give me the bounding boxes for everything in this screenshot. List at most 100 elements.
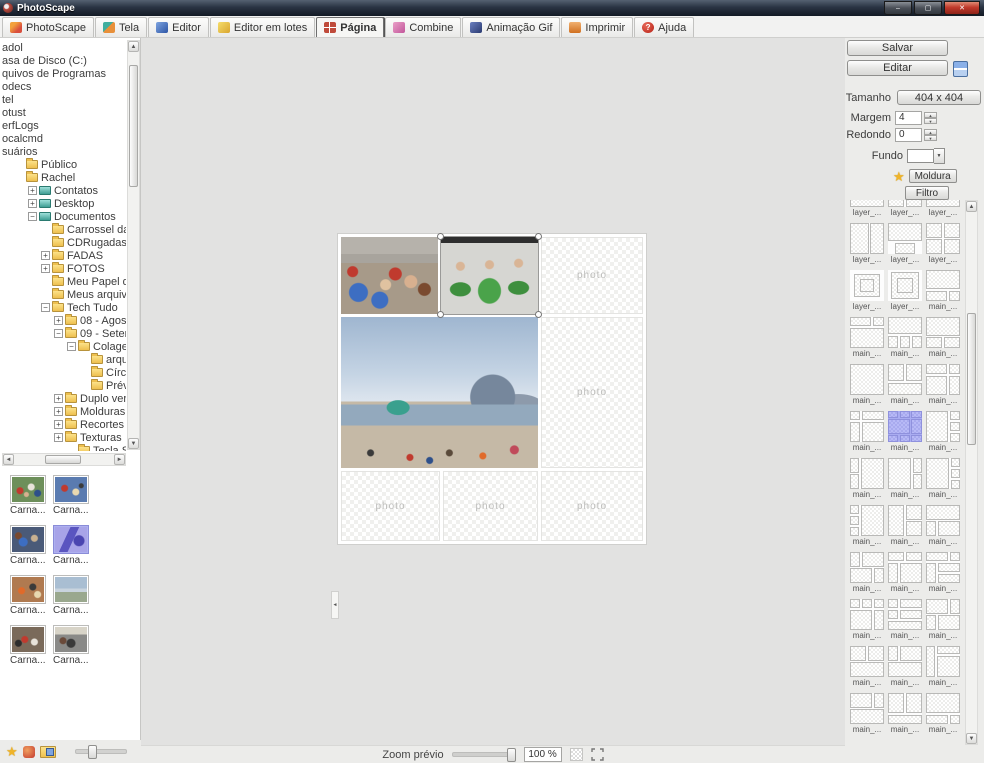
tab-editor-em-lotes[interactable]: Editor em lotes bbox=[209, 17, 316, 37]
scroll-left-button[interactable]: ◄ bbox=[3, 454, 14, 465]
layout-template[interactable]: main_... bbox=[848, 550, 886, 597]
layout-template[interactable]: main_... bbox=[848, 362, 886, 409]
tree-item-tech-tudo[interactable]: − Tech Tudo bbox=[0, 301, 126, 314]
template-preview[interactable] bbox=[850, 693, 884, 724]
tree-item-fadas[interactable]: + FADAS bbox=[0, 249, 126, 262]
template-scrollbar[interactable]: ▲ ▼ bbox=[965, 200, 978, 745]
collapse-panel-button[interactable]: ◄ bbox=[331, 591, 339, 619]
template-preview[interactable] bbox=[850, 458, 884, 489]
expand-icon[interactable]: + bbox=[54, 394, 63, 403]
expand-icon[interactable]: + bbox=[28, 199, 37, 208]
photo-thumbnail[interactable]: Carna... bbox=[10, 525, 48, 575]
tree-item-p-blico[interactable]: Público bbox=[0, 158, 126, 171]
tree-item-su-rios[interactable]: suários bbox=[0, 145, 126, 158]
tab-tela[interactable]: Tela bbox=[94, 17, 148, 37]
tree-item-adol[interactable]: adol bbox=[0, 41, 126, 54]
collage-empty-cell[interactable]: photo bbox=[443, 471, 538, 541]
collage-empty-cell[interactable]: photo bbox=[341, 471, 440, 541]
thumbnail-frame[interactable] bbox=[53, 475, 89, 504]
tab-editor[interactable]: Editor bbox=[148, 17, 209, 37]
template-preview[interactable] bbox=[888, 505, 922, 536]
tab-photoscape[interactable]: PhotoScape bbox=[2, 17, 94, 37]
photo-thumbnail[interactable]: Carna... bbox=[53, 625, 91, 675]
frame-button[interactable]: Moldura bbox=[908, 169, 957, 183]
expand-icon[interactable]: + bbox=[54, 316, 63, 325]
template-preview[interactable] bbox=[926, 552, 960, 583]
fit-to-screen-icon[interactable] bbox=[590, 748, 604, 761]
selection-handle[interactable] bbox=[437, 233, 444, 240]
filter-button[interactable]: Filtro bbox=[905, 186, 949, 200]
expand-icon[interactable]: + bbox=[28, 186, 37, 195]
template-preview[interactable] bbox=[850, 552, 884, 583]
template-preview[interactable] bbox=[850, 364, 884, 395]
layout-template[interactable]: main_... bbox=[924, 550, 962, 597]
template-preview[interactable] bbox=[850, 505, 884, 536]
layout-template[interactable]: main_... bbox=[924, 597, 962, 644]
expand-icon[interactable]: + bbox=[54, 420, 63, 429]
layout-template[interactable]: layer_... bbox=[924, 200, 962, 221]
scroll-down-button[interactable]: ▼ bbox=[128, 438, 139, 449]
tab-p-gina[interactable]: Página bbox=[316, 17, 385, 37]
expand-icon[interactable]: + bbox=[54, 407, 63, 416]
edit-button[interactable]: Editar bbox=[847, 60, 948, 76]
selection-handle[interactable] bbox=[535, 311, 542, 318]
template-preview[interactable] bbox=[850, 646, 884, 677]
tree-item-contatos[interactable]: + Contatos bbox=[0, 184, 126, 197]
selection-handle[interactable] bbox=[437, 311, 444, 318]
scrollbar-thumb[interactable] bbox=[967, 313, 976, 445]
tree-item-cdrugadas-proje[interactable]: CDRugadas proje bbox=[0, 236, 126, 249]
tree-item-asa-de-disco-c[interactable]: asa de Disco (C:) bbox=[0, 54, 126, 67]
tree-item-duplo-vert[interactable]: + Duplo vert bbox=[0, 392, 126, 405]
layout-template[interactable]: main_... bbox=[924, 644, 962, 691]
spinner-down-icon[interactable]: ▼ bbox=[924, 135, 937, 141]
layout-template[interactable]: layer_... bbox=[886, 268, 924, 315]
thumbnail-frame[interactable] bbox=[53, 525, 89, 554]
template-preview[interactable] bbox=[888, 411, 922, 442]
layout-template[interactable]: main_... bbox=[848, 456, 886, 503]
zoom-value[interactable]: 100 % bbox=[523, 747, 562, 762]
layout-template[interactable]: main_... bbox=[886, 315, 924, 362]
scroll-right-button[interactable]: ► bbox=[114, 454, 125, 465]
expand-icon[interactable]: + bbox=[41, 264, 50, 273]
layout-template[interactable]: main_... bbox=[924, 503, 962, 550]
zoom-slider[interactable] bbox=[451, 748, 516, 762]
template-preview[interactable] bbox=[888, 552, 922, 583]
tree-item-texturas[interactable]: + Texturas bbox=[0, 431, 126, 444]
layers-icon[interactable] bbox=[953, 61, 968, 77]
layout-template[interactable]: main_... bbox=[924, 456, 962, 503]
selection-handle[interactable] bbox=[535, 233, 542, 240]
layout-template[interactable]: main_... bbox=[924, 362, 962, 409]
tree-item-odecs[interactable]: odecs bbox=[0, 80, 126, 93]
layout-template[interactable]: main_... bbox=[924, 268, 962, 315]
photoscape-logo-icon[interactable] bbox=[22, 745, 35, 758]
tree-item-ocalcmd[interactable]: ocalcmd bbox=[0, 132, 126, 145]
layout-template[interactable]: main_... bbox=[848, 503, 886, 550]
template-preview[interactable] bbox=[888, 458, 922, 489]
template-preview[interactable] bbox=[926, 223, 960, 254]
collage-empty-cell[interactable]: photo bbox=[541, 317, 643, 468]
layout-template[interactable]: main_... bbox=[924, 409, 962, 456]
tree-item-meus-arquivos-rec[interactable]: Meus arquivos rec bbox=[0, 288, 126, 301]
thumbnail-frame[interactable] bbox=[53, 575, 89, 604]
scroll-up-button[interactable]: ▲ bbox=[128, 41, 139, 52]
layout-template[interactable]: main_... bbox=[886, 550, 924, 597]
template-preview[interactable] bbox=[926, 599, 960, 630]
layout-template[interactable]: main_... bbox=[886, 362, 924, 409]
tree-item-pr-via[interactable]: Prévia bbox=[0, 379, 126, 392]
layout-template[interactable]: main_... bbox=[924, 691, 962, 738]
collage-empty-cell[interactable]: photo bbox=[541, 237, 643, 314]
layout-template[interactable]: layer_... bbox=[848, 200, 886, 221]
scroll-up-button[interactable]: ▲ bbox=[966, 201, 977, 212]
layout-template[interactable]: main_... bbox=[848, 409, 886, 456]
tree-horizontal-scrollbar[interactable]: ◄ ► bbox=[2, 453, 126, 466]
collage-empty-cell[interactable]: photo bbox=[541, 471, 643, 541]
tree-item-arquivos[interactable]: arquivos bbox=[0, 353, 126, 366]
tree-item-08-agosto[interactable]: +08 - Agosto bbox=[0, 314, 126, 327]
margin-input[interactable]: 4 bbox=[895, 111, 922, 125]
tree-item-erflogs[interactable]: erfLogs bbox=[0, 119, 126, 132]
template-preview[interactable] bbox=[888, 364, 922, 395]
photo-thumbnail[interactable]: Carna... bbox=[53, 475, 91, 525]
collage-photo-crowd[interactable] bbox=[341, 237, 438, 314]
photo-thumbnail[interactable]: Carna... bbox=[53, 575, 91, 625]
zoom-slider-handle[interactable] bbox=[506, 748, 516, 762]
